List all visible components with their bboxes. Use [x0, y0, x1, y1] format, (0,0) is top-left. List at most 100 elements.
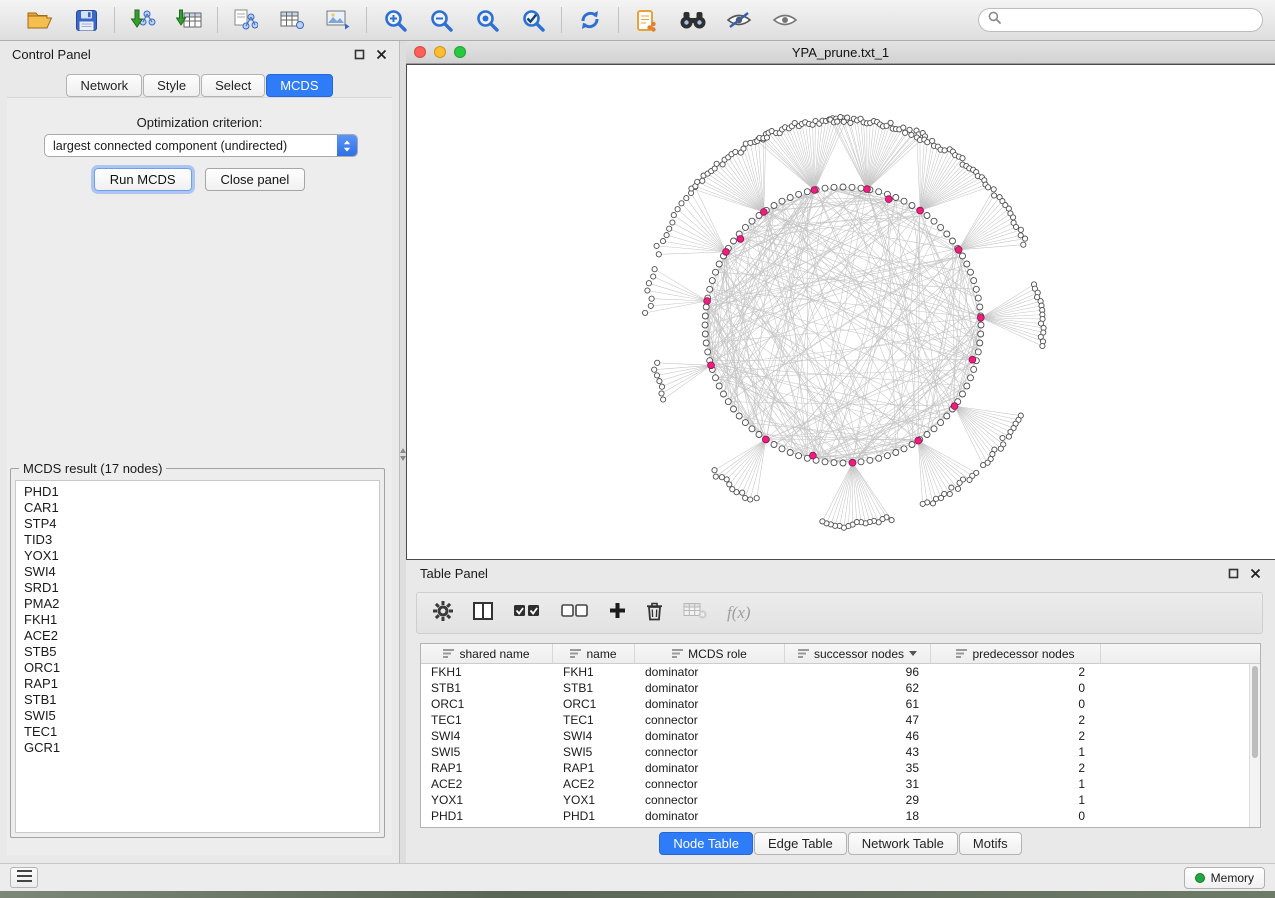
cell-shared-name: SWI5 — [421, 745, 553, 759]
close-panel-icon[interactable] — [376, 49, 387, 60]
run-mcds-button[interactable]: Run MCDS — [94, 168, 192, 191]
float-table-panel-icon[interactable] — [1228, 568, 1239, 579]
table-row[interactable]: STB1 STB1 dominator 62 0 — [421, 680, 1260, 696]
control-panel-tab[interactable]: Style — [143, 74, 200, 97]
table-row[interactable]: SWI4 SWI4 dominator 46 2 — [421, 728, 1260, 744]
table-row[interactable]: RAP1 RAP1 dominator 35 2 — [421, 760, 1260, 776]
show-details-button[interactable] — [769, 4, 801, 36]
table-settings-button[interactable] — [433, 601, 453, 626]
network-window-titlebar[interactable]: YPA_prune.txt_1 — [406, 41, 1275, 64]
table-row[interactable]: PHD1 PHD1 dominator 18 0 — [421, 808, 1260, 824]
zoom-selected-button[interactable] — [517, 4, 549, 36]
mcds-result-item[interactable]: FKH1 — [16, 612, 379, 628]
criterion-dropdown[interactable]: largest connected component (undirected) — [44, 134, 358, 157]
mcds-result-item[interactable]: TID3 — [16, 532, 379, 548]
search-network-button[interactable] — [677, 4, 709, 36]
export-table-button[interactable] — [276, 4, 308, 36]
cell-mcds-role: dominator — [635, 761, 785, 775]
cell-shared-name: YOX1 — [421, 793, 553, 807]
table-row[interactable]: TEC1 TEC1 connector 47 2 — [421, 712, 1260, 728]
refresh-layout-button[interactable] — [574, 4, 606, 36]
cell-name: ACE2 — [553, 777, 635, 791]
mcds-result-item[interactable]: STP4 — [16, 516, 379, 532]
deselect-all-rows-button[interactable] — [561, 603, 589, 623]
gear-icon — [433, 601, 453, 626]
cell-name: SWI4 — [553, 729, 635, 743]
share-clipboard-button[interactable] — [631, 4, 663, 36]
import-network-button[interactable] — [127, 4, 159, 36]
cell-mcds-role: dominator — [635, 681, 785, 695]
column-header-mcds-role[interactable]: MCDS role — [635, 644, 785, 663]
table-tab[interactable]: Motifs — [959, 832, 1022, 855]
clipboard-share-icon — [636, 9, 658, 32]
cell-successor-nodes: 46 — [785, 729, 931, 743]
mcds-result-item[interactable]: CAR1 — [16, 500, 379, 516]
memory-button[interactable]: Memory — [1184, 867, 1265, 889]
table-row[interactable]: FKH1 FKH1 dominator 96 2 — [421, 664, 1260, 680]
show-columns-button[interactable] — [473, 602, 493, 625]
close-table-panel-icon[interactable] — [1250, 568, 1261, 579]
cell-shared-name: FKH1 — [421, 665, 553, 679]
mcds-result-list[interactable]: PHD1CAR1STP4TID3YOX1SWI4SRD1PMA2FKH1ACE2… — [15, 480, 380, 833]
zoom-fit-button[interactable] — [471, 4, 503, 36]
export-image-button[interactable] — [322, 4, 354, 36]
global-search-field[interactable] — [978, 8, 1263, 32]
function-builder-button[interactable]: f(x) — [727, 603, 751, 623]
zoom-out-button[interactable] — [425, 4, 457, 36]
mcds-result-item[interactable]: STB1 — [16, 692, 379, 708]
delete-column-button[interactable] — [646, 601, 663, 626]
close-panel-button[interactable]: Close panel — [205, 168, 306, 191]
control-panel-tab[interactable]: Network — [66, 74, 142, 97]
mcds-result-item[interactable]: ORC1 — [16, 660, 379, 676]
cell-predecessor-nodes: 1 — [931, 745, 1101, 759]
column-header-name[interactable]: name — [553, 644, 635, 663]
table-tab[interactable]: Edge Table — [754, 832, 847, 855]
attribute-icon — [956, 647, 967, 661]
table-tab[interactable]: Network Table — [848, 832, 958, 855]
export-network-button[interactable] — [230, 4, 262, 36]
network-graph[interactable] — [407, 65, 1274, 559]
node-table: shared name name MCDS role successor nod… — [420, 643, 1261, 828]
mcds-result-item[interactable]: GCR1 — [16, 740, 379, 756]
mcds-result-item[interactable]: SWI4 — [16, 564, 379, 580]
float-panel-icon[interactable] — [354, 49, 365, 60]
column-header-successor-nodes[interactable]: successor nodes — [785, 644, 931, 663]
cell-name: SWI5 — [553, 745, 635, 759]
mcds-result-item[interactable]: TEC1 — [16, 724, 379, 740]
table-row[interactable]: YOX1 YOX1 connector 29 1 — [421, 792, 1260, 808]
save-session-button[interactable] — [70, 4, 102, 36]
mcds-result-item[interactable]: STB5 — [16, 644, 379, 660]
table-row[interactable]: ORC1 ORC1 dominator 61 0 — [421, 696, 1260, 712]
table-tabs: Node TableEdge TableNetwork TableMotifs — [406, 832, 1275, 855]
open-session-button[interactable] — [24, 4, 56, 36]
select-all-rows-button[interactable] — [513, 603, 541, 623]
hide-details-button[interactable] — [723, 4, 755, 36]
table-tab[interactable]: Node Table — [659, 832, 753, 855]
import-table-button[interactable] — [173, 4, 205, 36]
table-scrollbar-thumb[interactable] — [1252, 666, 1258, 758]
mcds-result-item[interactable]: RAP1 — [16, 676, 379, 692]
optimization-criterion-label: Optimization criterion: — [0, 115, 399, 130]
table-scrollbar[interactable] — [1249, 664, 1260, 827]
table-row[interactable]: ACE2 ACE2 connector 31 1 — [421, 776, 1260, 792]
column-header-shared-name[interactable]: shared name — [421, 644, 553, 663]
search-input[interactable] — [1007, 13, 1253, 27]
mcds-result-item[interactable]: SRD1 — [16, 580, 379, 596]
add-column-button[interactable] — [609, 602, 626, 624]
mcds-result-item[interactable]: PMA2 — [16, 596, 379, 612]
table-row[interactable]: SWI5 SWI5 connector 43 1 — [421, 744, 1260, 760]
attribute-icon — [672, 647, 683, 661]
mcds-result-item[interactable]: YOX1 — [16, 548, 379, 564]
status-menu-button[interactable] — [10, 867, 38, 888]
mcds-result-item[interactable]: ACE2 — [16, 628, 379, 644]
cell-shared-name: STB1 — [421, 681, 553, 695]
export-image-icon — [326, 10, 350, 30]
zoom-in-button[interactable] — [379, 4, 411, 36]
network-canvas[interactable] — [406, 64, 1275, 560]
column-header-predecessor-nodes[interactable]: predecessor nodes — [931, 644, 1101, 663]
mcds-result-item[interactable]: PHD1 — [16, 484, 379, 500]
control-panel-tab[interactable]: MCDS — [266, 74, 332, 97]
open-folder-icon — [27, 10, 53, 30]
control-panel-tab[interactable]: Select — [201, 74, 265, 97]
mcds-result-item[interactable]: SWI5 — [16, 708, 379, 724]
